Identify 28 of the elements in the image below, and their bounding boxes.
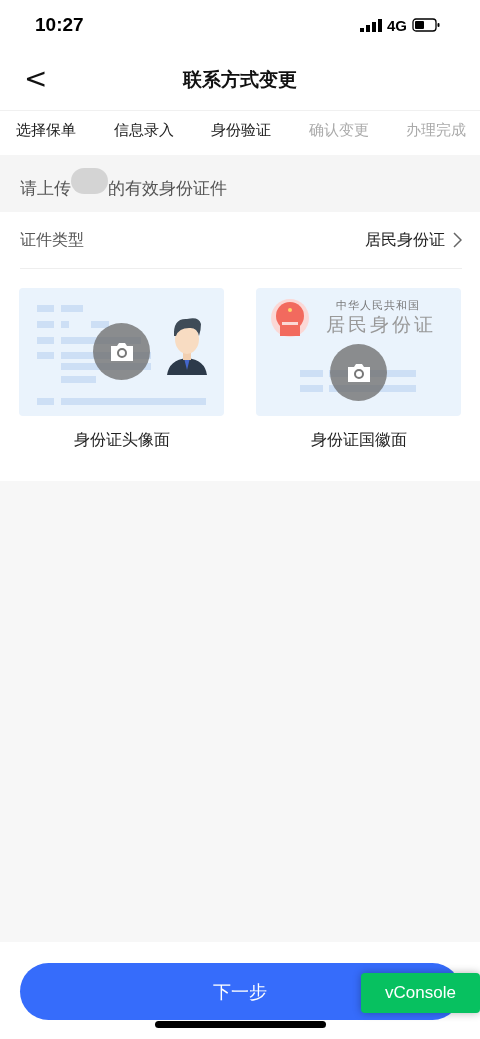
camera-button[interactable] [330, 344, 387, 401]
field-label: 证件类型 [20, 229, 84, 251]
battery-icon [412, 18, 440, 32]
id-card-front[interactable] [19, 288, 224, 416]
id-type-selector[interactable]: 居民身份证 [365, 229, 462, 251]
status-time: 10:27 [35, 14, 84, 36]
page-title: 联系方式变更 [183, 67, 297, 92]
card-caption: 身份证头像面 [73, 430, 170, 451]
card-title: 居民身份证 [326, 312, 436, 337]
step-label: 办理完成 [406, 120, 466, 140]
camera-icon [345, 361, 372, 384]
camera-icon [108, 340, 135, 363]
step-label: 信息录入 [113, 120, 174, 140]
step-label: 确认变更 [308, 120, 369, 140]
network-label: 4G [387, 16, 407, 34]
emblem-icon [270, 298, 310, 340]
card-caption: 身份证国徽面 [310, 430, 407, 451]
vconsole-overlay[interactable]: vConsole [361, 973, 480, 1013]
chevron-right-icon [453, 232, 462, 248]
upload-prompt: 请上传 的有效身份证件 [20, 167, 227, 200]
id-card-back[interactable]: 中华人民共和国 居民身份证 [256, 288, 461, 416]
step-label: 身份验证 [211, 120, 271, 140]
back-button[interactable]: < [18, 62, 54, 95]
signal-icon [360, 18, 382, 32]
redacted-name [71, 167, 108, 194]
step-label: 选择保单 [16, 120, 76, 140]
country-name: 中华人民共和国 [336, 298, 420, 313]
camera-button[interactable] [93, 323, 150, 380]
